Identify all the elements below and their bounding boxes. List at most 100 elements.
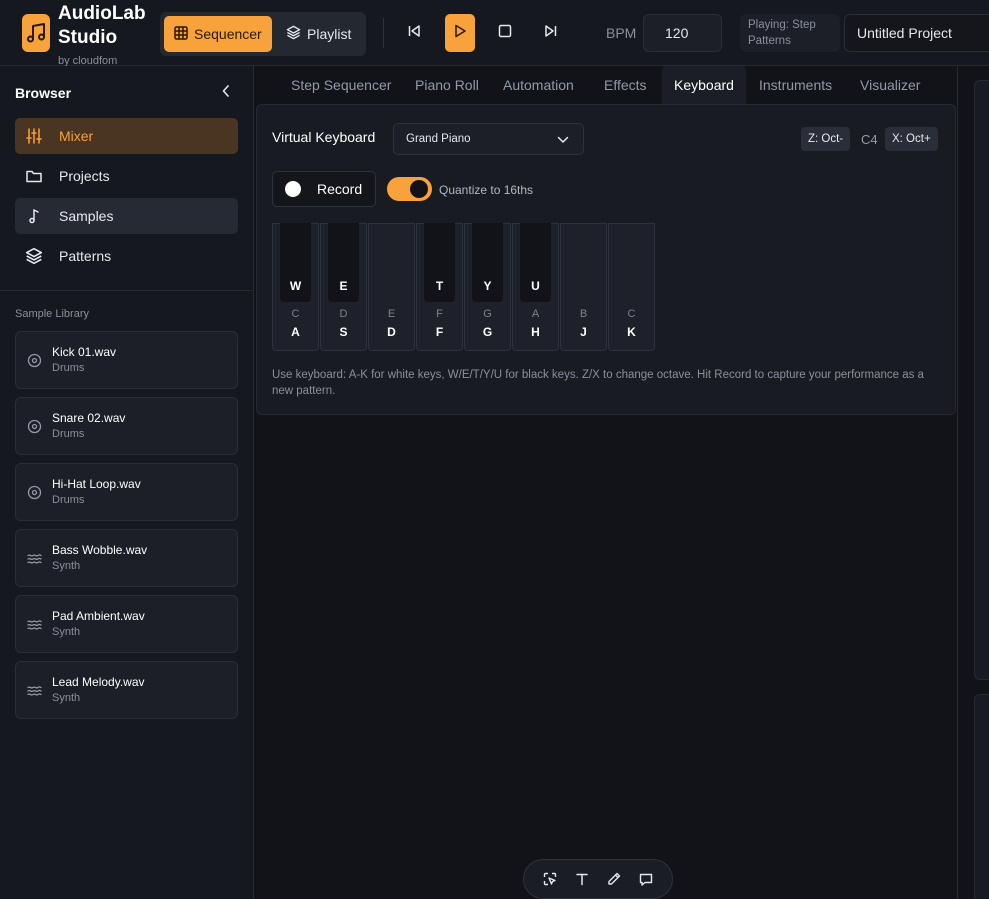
key-binding: D xyxy=(387,325,396,339)
skip-back-button[interactable] xyxy=(399,14,429,52)
record-dot-icon xyxy=(285,181,301,197)
sequencer-mode-button[interactable]: Sequencer xyxy=(164,16,272,52)
browser-title: Browser xyxy=(15,85,72,101)
right-card xyxy=(974,80,989,680)
instrument-select-value: Grand Piano xyxy=(406,133,471,145)
key-binding: W xyxy=(289,279,302,293)
note-name: D xyxy=(339,308,348,320)
sample-item[interactable]: Lead Melody.wav Synth xyxy=(15,661,238,719)
white-key[interactable]: E D xyxy=(368,223,415,351)
sidebar-item-label: Samples xyxy=(59,208,114,224)
music-note-icon xyxy=(25,207,43,225)
sidebar-item-samples[interactable]: Samples xyxy=(15,198,238,234)
sample-item[interactable]: Snare 02.wav Drums xyxy=(15,397,238,455)
sequencer-mode-label: Sequencer xyxy=(194,26,262,42)
sliders-icon xyxy=(25,127,43,145)
sidebar-item-label: Mixer xyxy=(59,128,94,144)
disc-icon xyxy=(27,485,42,500)
sidebar-item-projects[interactable]: Projects xyxy=(15,158,238,194)
sample-category: Drums xyxy=(52,362,85,374)
wave-icon xyxy=(27,683,42,698)
comment-icon[interactable] xyxy=(635,868,657,890)
record-button[interactable]: Record xyxy=(272,171,376,207)
sample-category: Synth xyxy=(52,626,81,638)
layers-icon xyxy=(25,247,43,265)
note-name: A xyxy=(531,308,540,320)
right-card xyxy=(974,694,989,899)
sample-item[interactable]: Hi-Hat Loop.wav Drums xyxy=(15,463,238,521)
text-icon[interactable] xyxy=(571,868,593,890)
note-name: C xyxy=(291,308,300,320)
sample-item[interactable]: Pad Ambient.wav Synth xyxy=(15,595,238,653)
sample-item[interactable]: Bass Wobble.wav Synth xyxy=(15,529,238,587)
disc-icon xyxy=(27,419,42,434)
layers-icon xyxy=(286,25,301,43)
quantize-toggle[interactable] xyxy=(387,177,432,201)
tab-instruments[interactable]: Instruments xyxy=(759,66,832,104)
tab-effects[interactable]: Effects xyxy=(604,66,647,104)
tab-automation[interactable]: Automation xyxy=(503,66,574,104)
panel-title: Virtual Keyboard xyxy=(272,129,376,145)
play-button[interactable] xyxy=(445,14,475,52)
sidebar: Browser Mixer Projects Samples Patterns … xyxy=(0,66,254,899)
bpm-input[interactable]: 120 xyxy=(643,14,722,52)
toggle-knob xyxy=(410,180,428,198)
black-key[interactable]: E xyxy=(328,223,359,302)
app-title: AudioLab Studio xyxy=(58,3,146,48)
black-key[interactable]: W xyxy=(280,223,311,302)
chevron-left-icon xyxy=(222,84,230,102)
sidebar-item-label: Projects xyxy=(59,168,110,184)
pen-icon[interactable] xyxy=(603,868,625,890)
key-binding: E xyxy=(339,279,348,293)
bpm-label: BPM xyxy=(606,25,637,41)
editor-tabs: Step Sequencer Piano Roll Automation Eff… xyxy=(255,66,965,104)
playlist-mode-button[interactable]: Playlist xyxy=(276,16,362,52)
key-binding: T xyxy=(435,279,444,293)
key-binding: S xyxy=(339,325,348,339)
black-key[interactable]: U xyxy=(520,223,551,302)
floating-toolbar xyxy=(523,859,673,899)
instrument-select[interactable]: Grand Piano xyxy=(393,123,584,155)
music-logo-icon xyxy=(22,14,50,52)
mode-switch: Sequencer Playlist xyxy=(160,12,366,56)
sidebar-item-mixer[interactable]: Mixer xyxy=(15,118,238,154)
play-icon xyxy=(453,24,467,43)
project-name-input[interactable]: Untitled Project xyxy=(844,14,989,52)
virtual-keyboard-panel: Virtual Keyboard Grand Piano Z: Oct- C4 … xyxy=(256,104,956,415)
sample-name: Pad Ambient.wav xyxy=(52,609,145,623)
key-binding: Y xyxy=(483,279,492,293)
sidebar-item-patterns[interactable]: Patterns xyxy=(15,238,238,274)
note-name: E xyxy=(387,308,396,320)
sample-name: Snare 02.wav xyxy=(52,411,126,425)
header-divider xyxy=(383,18,384,48)
sample-category: Drums xyxy=(52,494,85,506)
tab-step-sequencer[interactable]: Step Sequencer xyxy=(291,66,391,104)
folder-icon xyxy=(25,167,43,185)
skip-forward-button[interactable] xyxy=(536,14,566,52)
stop-button[interactable] xyxy=(490,14,520,52)
chevron-down-icon xyxy=(557,134,569,146)
sample-category: Drums xyxy=(52,428,85,440)
right-panel-edge xyxy=(957,66,989,899)
select-icon[interactable] xyxy=(539,868,561,890)
keyboard-help-text: Use keyboard: A-K for white keys, W/E/T/… xyxy=(272,369,924,397)
wave-icon xyxy=(27,617,42,632)
sidebar-item-label: Patterns xyxy=(59,248,112,264)
sample-name: Kick 01.wav xyxy=(52,345,117,359)
white-key[interactable]: B J xyxy=(560,223,607,351)
octave-down-button[interactable]: Z: Oct- xyxy=(801,127,851,151)
collapse-sidebar-button[interactable] xyxy=(219,84,233,102)
tab-keyboard[interactable]: Keyboard xyxy=(662,66,746,104)
key-binding: J xyxy=(580,325,587,339)
white-key[interactable]: C K xyxy=(608,223,655,351)
octave-label: C4 xyxy=(861,132,878,147)
octave-up-button[interactable]: X: Oct+ xyxy=(885,127,938,151)
sample-item[interactable]: Kick 01.wav Drums xyxy=(15,331,238,389)
tab-piano-roll[interactable]: Piano Roll xyxy=(415,66,479,104)
skip-forward-icon xyxy=(544,24,558,43)
black-key[interactable]: T xyxy=(424,223,455,302)
black-key[interactable]: Y xyxy=(472,223,503,302)
playlist-mode-label: Playlist xyxy=(307,26,352,42)
sample-category: Synth xyxy=(52,560,81,572)
tab-visualizer[interactable]: Visualizer xyxy=(860,66,920,104)
